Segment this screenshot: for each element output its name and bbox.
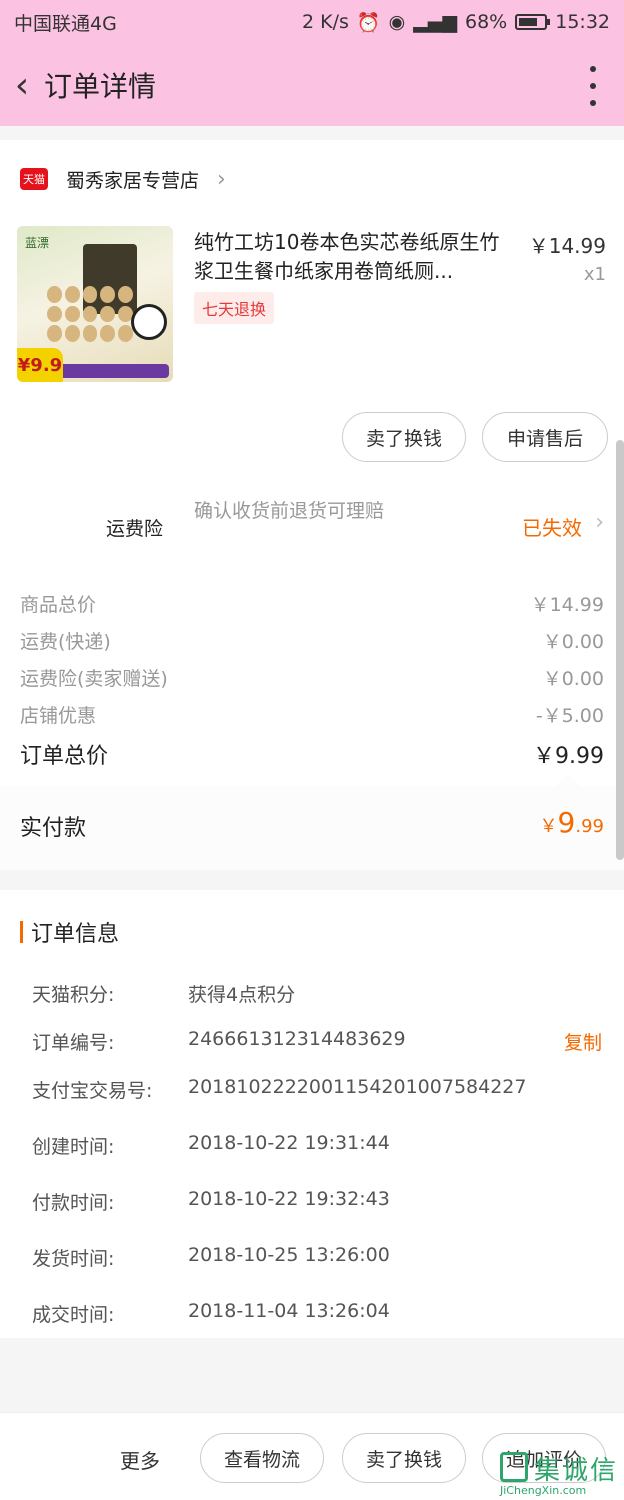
status-bar: 中国联通4G 2 K/s ⏰ ◉ ▂▄▆ 68% 15:32 <box>0 0 624 44</box>
price-row: 运费险(卖家赠送) ￥0.00 <box>20 664 604 691</box>
carrier-label: 中国联通4G <box>14 12 117 35</box>
amount-decimal: .99 <box>575 816 604 837</box>
actual-payment-label: 实付款 <box>20 816 87 841</box>
price-row-label: 运费(快递) <box>20 631 111 653</box>
clock: 15:32 <box>555 11 610 33</box>
order-total-row: 订单总价 ￥9.99 <box>20 738 604 770</box>
section-title: 订单信息 <box>20 916 119 948</box>
product-title[interactable]: 纯竹工坊10卷本色实芯卷纸原生竹浆卫生餐巾纸家用卷筒纸厕... <box>194 228 514 286</box>
dot <box>590 83 596 89</box>
chevron-right-icon: › <box>217 166 226 192</box>
info-key: 支付宝交易号: <box>32 1080 153 1102</box>
order-info-title: 订单信息 <box>31 922 120 947</box>
alarm-icon: ⏰ <box>356 11 381 34</box>
copy-button[interactable]: 复制 <box>564 1028 602 1055</box>
eye-icon: ◉ <box>388 11 406 33</box>
shipping-insurance-label: 运费险 <box>106 518 164 540</box>
tmall-icon: 天猫 <box>20 168 48 190</box>
sell-for-cash-bottom-button[interactable]: 卖了换钱 <box>342 1433 466 1483</box>
price-row-value: ￥0.00 <box>542 668 604 690</box>
price-row-label: 店铺优惠 <box>20 705 97 727</box>
product-image[interactable]: 蓝漂 ¥9.9 <box>17 226 173 382</box>
dot <box>590 66 596 72</box>
amount-integer: 9 <box>557 806 576 839</box>
product-quantity: x1 <box>583 264 606 285</box>
view-logistics-button[interactable]: 查看物流 <box>200 1433 324 1483</box>
return-policy-badge: 七天退换 <box>194 292 275 324</box>
signal-icon: ▂▄▆ <box>413 11 457 33</box>
price-row-label: 商品总价 <box>20 594 97 616</box>
network-speed: 2 K/s <box>302 11 349 33</box>
watermark-url: JiChengXin.com <box>500 1484 587 1497</box>
after-sales-button[interactable]: 申请售后 <box>482 412 608 462</box>
page-title: 订单详情 <box>44 70 157 103</box>
watermark-text: 集诚信 <box>534 1456 619 1486</box>
price-row: 店铺优惠 -￥5.00 <box>20 701 604 728</box>
order-total-value: ￥9.99 <box>533 744 604 769</box>
watermark-logo-icon <box>500 1452 528 1482</box>
product-image-strip <box>57 364 169 378</box>
info-value: 2018-10-25 13:26:00 <box>188 1244 390 1266</box>
order-card: 天猫 蜀秀家居专营店 › 蓝漂 ¥9.9 纯竹工坊10卷本色实芯卷纸原生竹浆卫生… <box>0 140 624 870</box>
currency-symbol: ￥ <box>539 816 558 837</box>
caret-up-icon <box>556 774 580 786</box>
panda-icon <box>131 304 167 340</box>
back-button[interactable]: ‹ <box>2 44 42 126</box>
actual-payment-amount: ￥9.99 <box>540 806 604 839</box>
status-right: 2 K/s ⏰ ◉ ▂▄▆ 68% 15:32 <box>302 11 610 34</box>
store-link[interactable]: 天猫 蜀秀家居专营店 › <box>20 164 226 194</box>
price-row-value: ￥14.99 <box>530 594 604 616</box>
more-menu-button[interactable] <box>588 66 598 106</box>
price-row: 运费(快递) ￥0.00 <box>20 627 604 654</box>
info-value: 获得4点积分 <box>188 984 296 1006</box>
info-value: 2018-10-22 19:32:43 <box>188 1188 390 1210</box>
info-key: 订单编号: <box>32 1032 115 1054</box>
dot <box>590 100 596 106</box>
tissue-rolls <box>47 286 133 342</box>
sell-for-cash-button[interactable]: 卖了换钱 <box>342 412 466 462</box>
watermark: 集诚信 JiChengXin.com <box>500 1448 618 1500</box>
info-key: 成交时间: <box>32 1304 115 1326</box>
price-row-value: ￥0.00 <box>542 631 604 653</box>
shipping-insurance-desc: 确认收货前退货可理赔 <box>194 500 385 522</box>
section-accent-bar <box>20 921 23 943</box>
battery-percent: 68% <box>465 11 508 33</box>
product-image-price: ¥9.9 <box>17 348 63 382</box>
info-value: 2018102222001154201007584227 <box>188 1076 527 1098</box>
scrollbar[interactable] <box>616 440 624 860</box>
order-number: 246661312314483629 <box>188 1028 406 1050</box>
info-key: 天猫积分: <box>32 984 115 1006</box>
chevron-left-icon: ‹ <box>14 64 30 106</box>
price-row-value: -￥5.00 <box>535 705 604 727</box>
price-row-label: 运费险(卖家赠送) <box>20 668 168 690</box>
store-name: 蜀秀家居专营店 <box>66 169 200 192</box>
title-bar: ‹ 订单详情 <box>0 44 624 126</box>
info-key: 创建时间: <box>32 1136 115 1158</box>
order-info-card: 订单信息 天猫积分: 获得4点积分 订单编号: 2466613123144836… <box>0 890 624 1338</box>
product-price: ￥14.99 <box>528 234 606 258</box>
shipping-insurance-status[interactable]: 已失效 <box>522 512 582 541</box>
battery-icon <box>515 14 551 30</box>
product-image-brand: 蓝漂 <box>25 236 50 250</box>
info-value: 2018-11-04 13:26:04 <box>188 1300 390 1322</box>
more-button[interactable]: 更多 <box>120 1445 160 1474</box>
actual-payment-box: 实付款 ￥9.99 <box>0 786 624 870</box>
info-key: 付款时间: <box>32 1192 115 1214</box>
order-total-label: 订单总价 <box>20 744 109 769</box>
price-row: 商品总价 ￥14.99 <box>20 590 604 617</box>
info-key: 发货时间: <box>32 1248 115 1270</box>
info-value: 2018-10-22 19:31:44 <box>188 1132 390 1154</box>
chevron-right-icon[interactable]: › <box>595 510 604 535</box>
